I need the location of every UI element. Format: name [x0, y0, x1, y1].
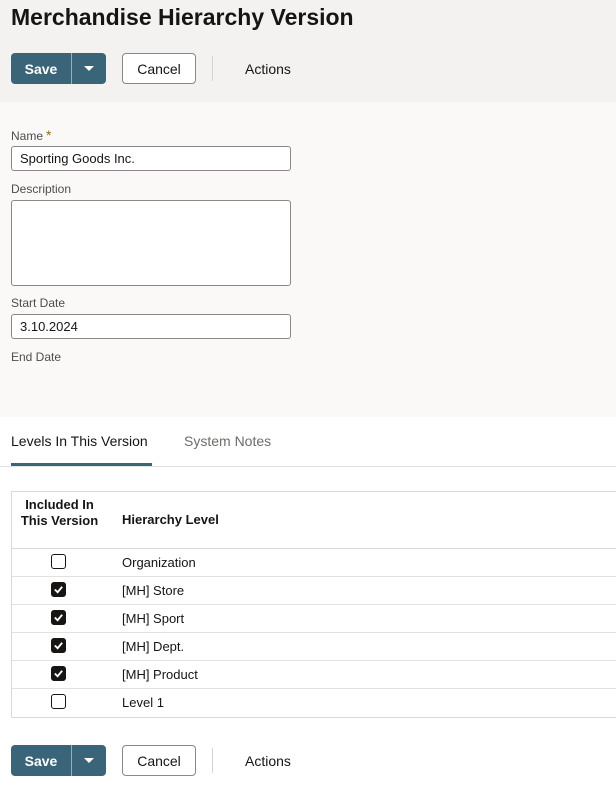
- page-title: Merchandise Hierarchy Version: [11, 4, 354, 30]
- actions-menu[interactable]: Actions: [245, 53, 291, 84]
- save-button[interactable]: Save: [11, 53, 71, 84]
- main-form: Name * Sporting Goods Inc. Description St…: [0, 102, 616, 417]
- table-row: [MH] Store: [12, 577, 616, 605]
- hierarchy-level-cell: [MH] Store: [122, 583, 185, 598]
- save-menu-button[interactable]: [72, 745, 106, 776]
- table-row: [MH] Dept.: [12, 633, 616, 661]
- included-checkbox[interactable]: [51, 554, 66, 569]
- hierarchy-level-cell: [MH] Dept.: [122, 639, 185, 654]
- checkmark-icon: [54, 670, 63, 678]
- table-row: Organization: [12, 549, 616, 577]
- hierarchy-level-cell: [MH] Sport: [122, 611, 185, 626]
- table-row: Level 1: [12, 689, 616, 716]
- cancel-button[interactable]: Cancel: [122, 745, 196, 776]
- toolbar-divider: [212, 56, 213, 81]
- tab-system-notes[interactable]: System Notes: [184, 433, 271, 449]
- save-button[interactable]: Save: [11, 745, 71, 776]
- toolbar-divider: [212, 748, 213, 773]
- save-split-button: Save: [11, 745, 106, 776]
- start-date-label: Start Date: [11, 296, 66, 310]
- included-checkbox[interactable]: [51, 638, 66, 653]
- included-checkbox[interactable]: [51, 582, 66, 597]
- included-checkbox[interactable]: [51, 666, 66, 681]
- name-label: Name *: [11, 127, 52, 143]
- checkmark-icon: [54, 614, 63, 622]
- page-header: Merchandise Hierarchy Version Save Cance…: [0, 0, 616, 102]
- levels-table: Included In This Version Hierarchy Level…: [11, 491, 616, 718]
- description-label: Description: [11, 182, 72, 196]
- table-header: Included In This Version Hierarchy Level: [12, 492, 616, 549]
- hierarchy-level-cell: Organization: [122, 555, 196, 570]
- included-checkbox[interactable]: [51, 694, 66, 709]
- chevron-down-icon: [84, 758, 94, 763]
- hierarchy-level-cell: [MH] Product: [122, 667, 198, 682]
- save-menu-button[interactable]: [72, 53, 106, 84]
- chevron-down-icon: [84, 66, 94, 71]
- column-header-hierarchy-level: Hierarchy Level: [122, 512, 219, 527]
- checkmark-icon: [54, 586, 63, 594]
- description-field[interactable]: [11, 200, 291, 286]
- tab-levels-in-this-version[interactable]: Levels In This Version: [11, 433, 148, 449]
- active-tab-indicator: [11, 463, 152, 466]
- column-header-included: Included In This Version: [20, 497, 99, 528]
- table-row: [MH] Sport: [12, 605, 616, 633]
- hierarchy-level-cell: Level 1: [122, 695, 164, 710]
- name-field[interactable]: Sporting Goods Inc.: [11, 146, 291, 171]
- required-indicator: *: [46, 127, 52, 143]
- end-date-label: End Date: [11, 350, 62, 364]
- checkmark-icon: [54, 642, 63, 650]
- start-date-field[interactable]: 3.10.2024: [11, 314, 291, 339]
- tab-bar: Levels In This Version System Notes: [0, 417, 616, 467]
- cancel-button[interactable]: Cancel: [122, 53, 196, 84]
- table-row: [MH] Product: [12, 661, 616, 689]
- included-checkbox[interactable]: [51, 610, 66, 625]
- actions-menu[interactable]: Actions: [245, 745, 291, 776]
- save-split-button: Save: [11, 53, 106, 84]
